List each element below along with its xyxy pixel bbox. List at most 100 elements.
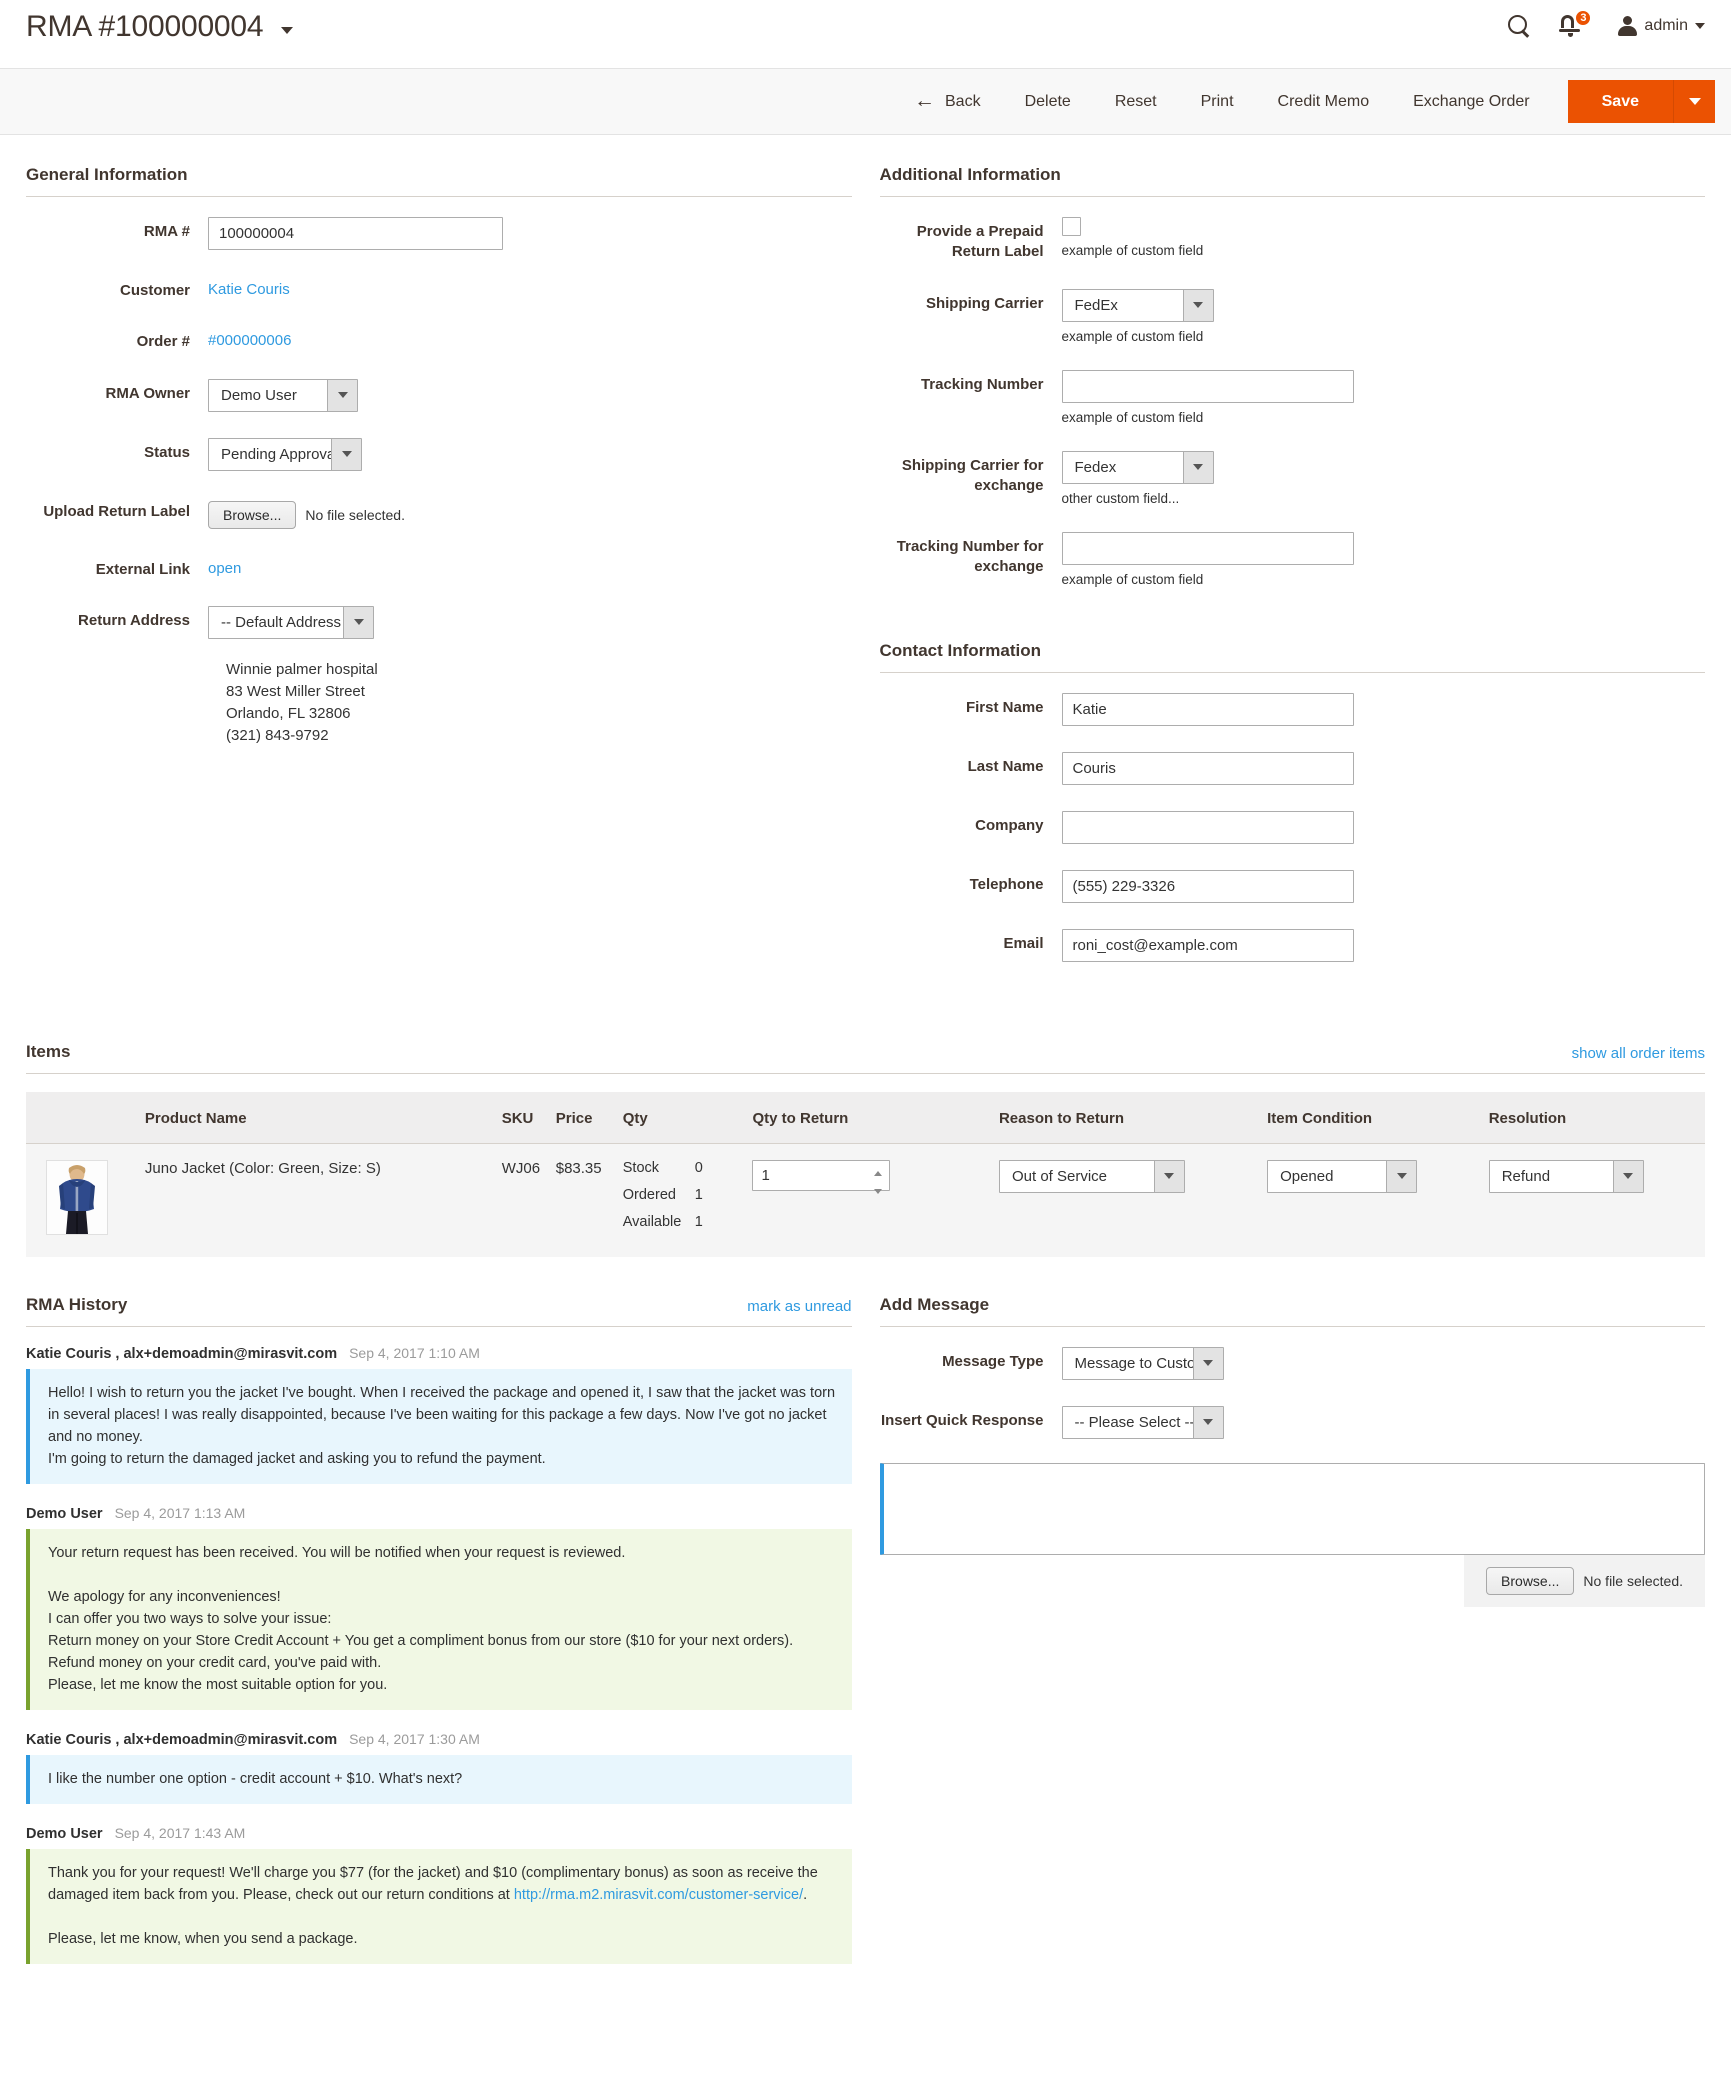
product-thumbnail-icon — [46, 1159, 108, 1235]
cell-image — [26, 1143, 145, 1257]
first-name-input[interactable] — [1061, 692, 1354, 726]
save-button-group: Save — [1567, 80, 1715, 123]
delete-button[interactable]: Delete — [1003, 83, 1093, 121]
rma-history-title: RMA History — [26, 1294, 128, 1314]
mark-as-unread-link[interactable]: mark as unread — [747, 1298, 851, 1315]
status-label: Status — [144, 443, 190, 461]
history-entry: Demo User Sep 4, 2017 1:13 AM Your retur… — [26, 1505, 852, 1710]
tracking-number-exchange-note: example of custom field — [1061, 571, 1204, 587]
insert-quick-response-select[interactable]: -- Please Select -- — [1061, 1405, 1224, 1439]
add-message-section: Add Message Message Type Message to Cust… — [879, 1265, 1706, 1986]
notifications-bell-icon[interactable]: 3 — [1559, 9, 1593, 40]
cell-price: $83.35 — [555, 1143, 623, 1257]
back-button[interactable]: ← Back — [892, 81, 1003, 122]
exchange-order-button[interactable]: Exchange Order — [1391, 83, 1552, 121]
history-message-body: Hello! I wish to return you the jacket I… — [26, 1368, 852, 1484]
rma-input[interactable] — [208, 217, 503, 250]
column-item-condition: Item Condition — [1267, 1091, 1489, 1144]
chevron-down-icon — [327, 379, 357, 411]
jacket-thumbnail-image — [47, 1160, 107, 1234]
message-attachment-bar: Browse... No file selected. — [880, 1554, 1705, 1607]
item-condition-select[interactable]: Opened — [1267, 1159, 1418, 1193]
add-message-title: Add Message — [879, 1265, 1705, 1327]
chevron-down-icon — [331, 438, 361, 470]
return-address-details: Winnie palmer hospital 83 West Miller St… — [226, 660, 378, 744]
rma-history-section: RMA History mark as unread Katie Couris … — [26, 1265, 852, 1986]
message-textarea[interactable] — [879, 1462, 1705, 1555]
shipping-carrier-exchange-select[interactable]: Fedex — [1061, 450, 1214, 484]
chevron-down-icon — [1695, 23, 1705, 29]
tracking-number-exchange-input[interactable] — [1061, 531, 1354, 565]
return-conditions-link[interactable]: http://rma.m2.mirasvit.com/customer-serv… — [514, 1887, 803, 1903]
return-address-select[interactable]: -- Default Address -- — [208, 605, 374, 639]
reason-to-return-value: Out of Service — [1011, 1167, 1108, 1185]
company-input[interactable] — [1061, 810, 1354, 844]
chevron-down-icon — [1192, 1347, 1223, 1379]
history-message-body: Your return request has been received. Y… — [26, 1528, 852, 1710]
items-section: Items show all order items Product Name … — [26, 1012, 1705, 1257]
top-columns: General Information RMA # Customer Katie… — [26, 135, 1705, 986]
shipping-carrier-select[interactable]: FedEx — [1061, 288, 1214, 322]
chevron-down-icon — [1182, 289, 1213, 321]
resolution-select[interactable]: Refund — [1488, 1159, 1644, 1193]
column-qty-to-return: Qty to Return — [752, 1091, 999, 1144]
credit-memo-button[interactable]: Credit Memo — [1256, 83, 1392, 121]
return-address-label: Return Address — [78, 611, 190, 629]
tracking-number-note: example of custom field — [1061, 409, 1204, 425]
qty-value-ordered: 1 — [694, 1186, 703, 1203]
reset-button[interactable]: Reset — [1093, 83, 1179, 121]
reason-to-return-select[interactable]: Out of Service — [998, 1159, 1185, 1193]
search-icon[interactable] — [1507, 14, 1531, 38]
last-name-label: Last Name — [967, 757, 1044, 775]
cell-resolution: Refund — [1488, 1143, 1705, 1257]
field-row-tracking-number: Tracking Number example of custom field — [880, 368, 1706, 425]
prepaid-return-label-checkbox[interactable] — [1061, 217, 1081, 236]
field-row-external-link: External Link open — [26, 553, 852, 580]
customer-link[interactable]: Katie Couris — [208, 276, 290, 298]
message-attachment-browse-button[interactable]: Browse... — [1486, 1566, 1575, 1595]
page-title-caret-icon[interactable] — [280, 26, 293, 34]
history-timestamp: Sep 4, 2017 1:10 AM — [349, 1344, 480, 1361]
history-author: Katie Couris , alx+demoadmin@mirasvit.co… — [26, 1345, 338, 1362]
tracking-number-input[interactable] — [1061, 369, 1354, 403]
print-button[interactable]: Print — [1179, 83, 1256, 121]
column-price: Price — [555, 1091, 623, 1144]
insert-quick-response-label: Insert Quick Response — [880, 1411, 1044, 1429]
telephone-label: Telephone — [969, 875, 1044, 893]
rma-label: RMA # — [143, 223, 190, 240]
status-select[interactable]: Pending Approval — [208, 437, 362, 471]
back-button-label: Back — [945, 92, 981, 110]
rma-owner-select[interactable]: Demo User — [208, 378, 358, 412]
item-condition-value: Opened — [1280, 1167, 1334, 1185]
order-label: Order # — [136, 333, 190, 351]
qty-label-available: Available — [622, 1213, 682, 1230]
telephone-input[interactable] — [1061, 869, 1354, 903]
qty-value-available: 1 — [694, 1213, 703, 1230]
items-table-header-row: Product Name SKU Price Qty Qty to Return… — [26, 1091, 1705, 1144]
save-options-button[interactable] — [1673, 80, 1715, 123]
field-row-status: Status Pending Approval — [26, 436, 852, 471]
contact-information-title: Contact Information — [879, 611, 1705, 673]
save-button[interactable]: Save — [1567, 80, 1673, 123]
field-row-prepaid-label: Provide a Prepaid Return Label example o… — [880, 215, 1706, 263]
message-type-select[interactable]: Message to Customer — [1061, 1346, 1224, 1380]
admin-menu[interactable]: admin — [1617, 16, 1705, 36]
field-row-message-type: Message Type Message to Customer — [880, 1345, 1706, 1380]
email-label: Email — [1003, 934, 1044, 952]
show-all-order-items-link[interactable]: show all order items — [1572, 1045, 1705, 1062]
print-button-label: Print — [1200, 92, 1234, 110]
history-entry: Katie Couris , alx+demoadmin@mirasvit.co… — [26, 1731, 852, 1804]
qty-to-return-input[interactable] — [752, 1159, 891, 1191]
field-row-tracking-number-exchange: Tracking Number for exchange example of … — [880, 530, 1706, 587]
email-input[interactable] — [1061, 928, 1354, 962]
stepper-arrows-icon[interactable] — [874, 1170, 885, 1194]
bottom-columns: RMA History mark as unread Katie Couris … — [26, 1265, 1705, 1986]
last-name-input[interactable] — [1061, 751, 1354, 785]
admin-label: admin — [1644, 17, 1688, 34]
qty-to-return-stepper[interactable] — [752, 1159, 891, 1194]
upload-return-label-browse-button[interactable]: Browse... — [208, 500, 297, 529]
external-link-open[interactable]: open — [208, 555, 241, 577]
page-actions-toolbar: ← Back Delete Reset Print Credit Memo Ex… — [0, 68, 1731, 135]
order-link[interactable]: #000000006 — [208, 327, 291, 349]
external-link-label: External Link — [95, 560, 190, 578]
